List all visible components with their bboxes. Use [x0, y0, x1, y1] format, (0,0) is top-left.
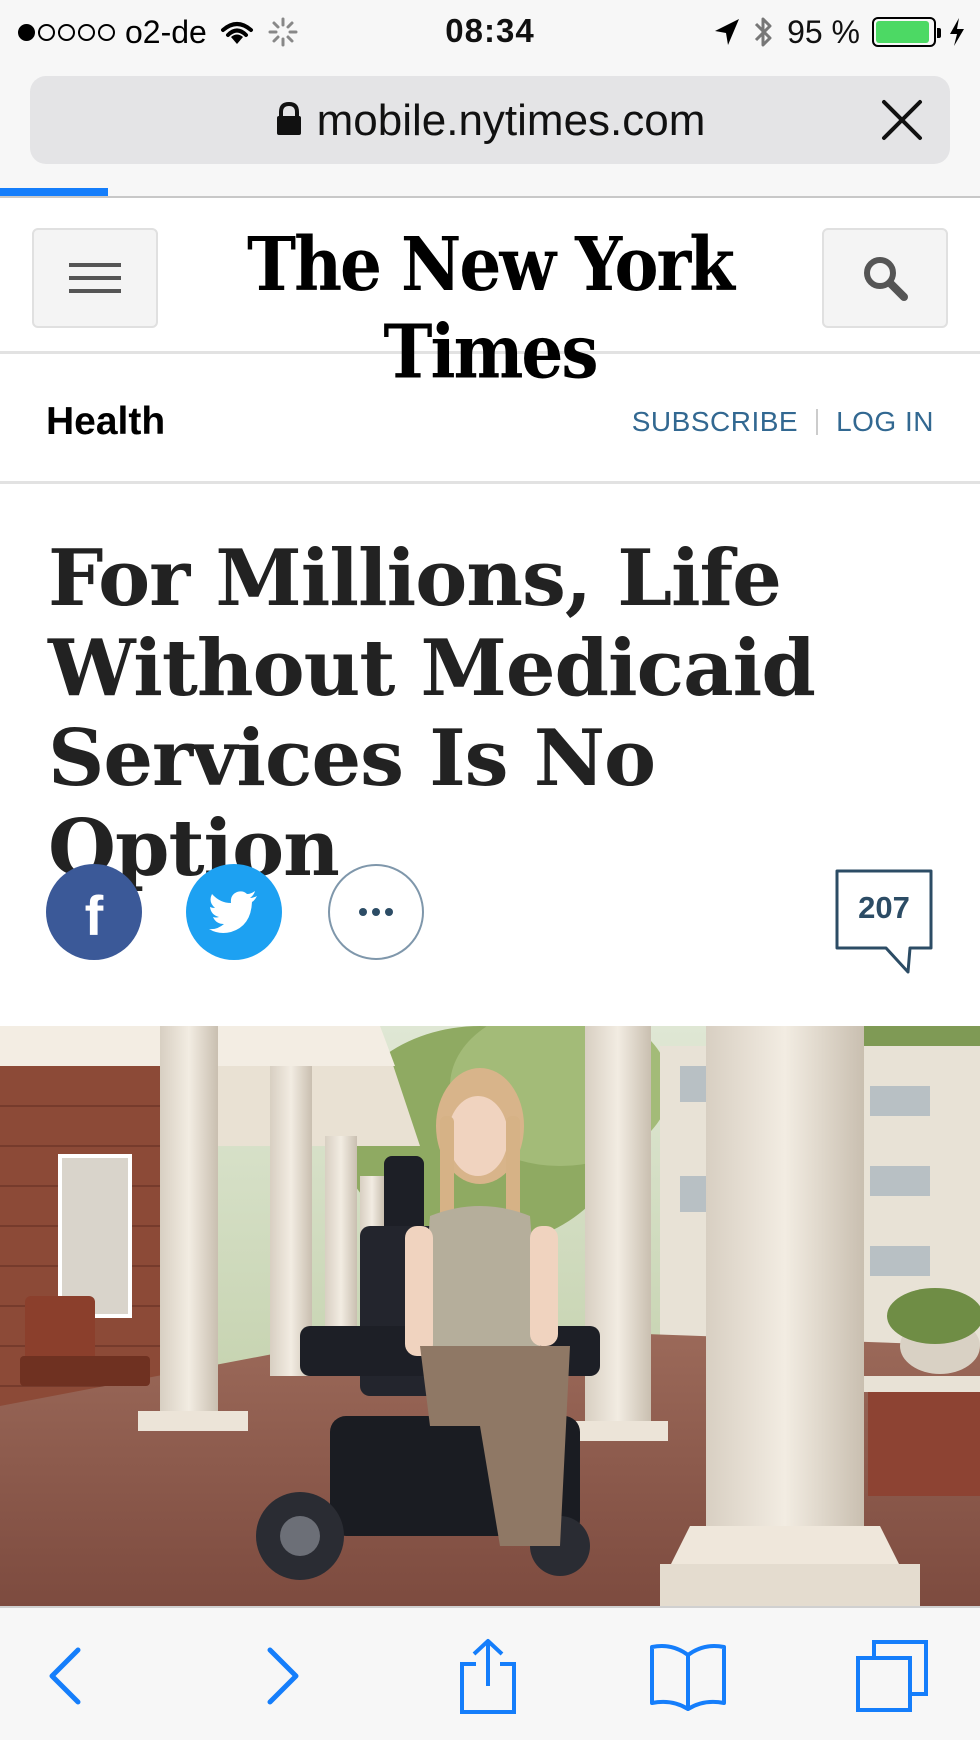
charging-bolt-icon: [950, 18, 964, 46]
subscribe-link[interactable]: SUBSCRIBE: [632, 406, 798, 438]
search-icon: [864, 257, 908, 301]
back-button[interactable]: [26, 1636, 106, 1716]
headline-line: For Millions, Life: [48, 533, 782, 624]
battery-icon: [872, 17, 941, 47]
facebook-share-button[interactable]: f: [46, 864, 142, 960]
status-right: 95 %: [713, 12, 966, 52]
menu-button[interactable]: [32, 228, 158, 328]
bookmarks-button[interactable]: [648, 1636, 728, 1716]
bookmarks-icon: [650, 1644, 726, 1711]
battery-fill: [876, 21, 930, 43]
twitter-share-button[interactable]: [186, 864, 282, 960]
article-lead-photo[interactable]: [0, 1026, 980, 1606]
share-tools: f 207: [0, 862, 980, 974]
bluetooth-icon: [755, 17, 772, 47]
comments-button[interactable]: 207: [834, 868, 934, 976]
address-display[interactable]: mobile.nytimes.com: [30, 96, 950, 146]
login-link[interactable]: LOG IN: [836, 406, 934, 438]
search-button[interactable]: [822, 228, 948, 328]
more-icon: [359, 908, 393, 916]
share-icon: [460, 1639, 516, 1714]
page-load-progress: [0, 188, 980, 196]
lock-icon: [276, 102, 301, 136]
tabs-icon: [856, 1640, 928, 1712]
section-title[interactable]: Health: [46, 400, 165, 444]
page-load-progress-fill: [0, 188, 108, 196]
article-headline: For Millions, Life Without Medicaid Serv…: [48, 534, 868, 894]
twitter-icon: [209, 891, 257, 933]
back-icon: [49, 1647, 81, 1705]
battery-percentage: 95 %: [787, 13, 860, 50]
facebook-icon: f: [84, 884, 104, 947]
lead-photo-illustration: [0, 1026, 980, 1606]
comment-count: 207: [858, 890, 910, 925]
url-text: mobile.nytimes.com: [316, 96, 706, 145]
section-header: Health SUBSCRIBE LOG IN: [0, 354, 980, 484]
headline-line: Without Medicaid: [48, 623, 816, 714]
forward-icon: [267, 1647, 299, 1705]
address-bar[interactable]: mobile.nytimes.com: [30, 76, 950, 164]
tabs-button[interactable]: [852, 1636, 932, 1716]
location-arrow-icon: [715, 19, 740, 45]
status-bar: o2-de 08:34 95 %: [0, 0, 980, 66]
site-header: The New York Times: [0, 198, 980, 395]
browser-toolbar: [0, 1606, 980, 1740]
share-button[interactable]: [448, 1636, 528, 1716]
account-links: SUBSCRIBE LOG IN: [632, 406, 934, 438]
close-icon[interactable]: [876, 94, 928, 146]
more-share-options-button[interactable]: [328, 864, 424, 960]
forward-button[interactable]: [242, 1636, 322, 1716]
divider: [816, 409, 819, 435]
browser-address-area: mobile.nytimes.com: [0, 66, 980, 198]
hamburger-menu-icon: [69, 263, 121, 293]
